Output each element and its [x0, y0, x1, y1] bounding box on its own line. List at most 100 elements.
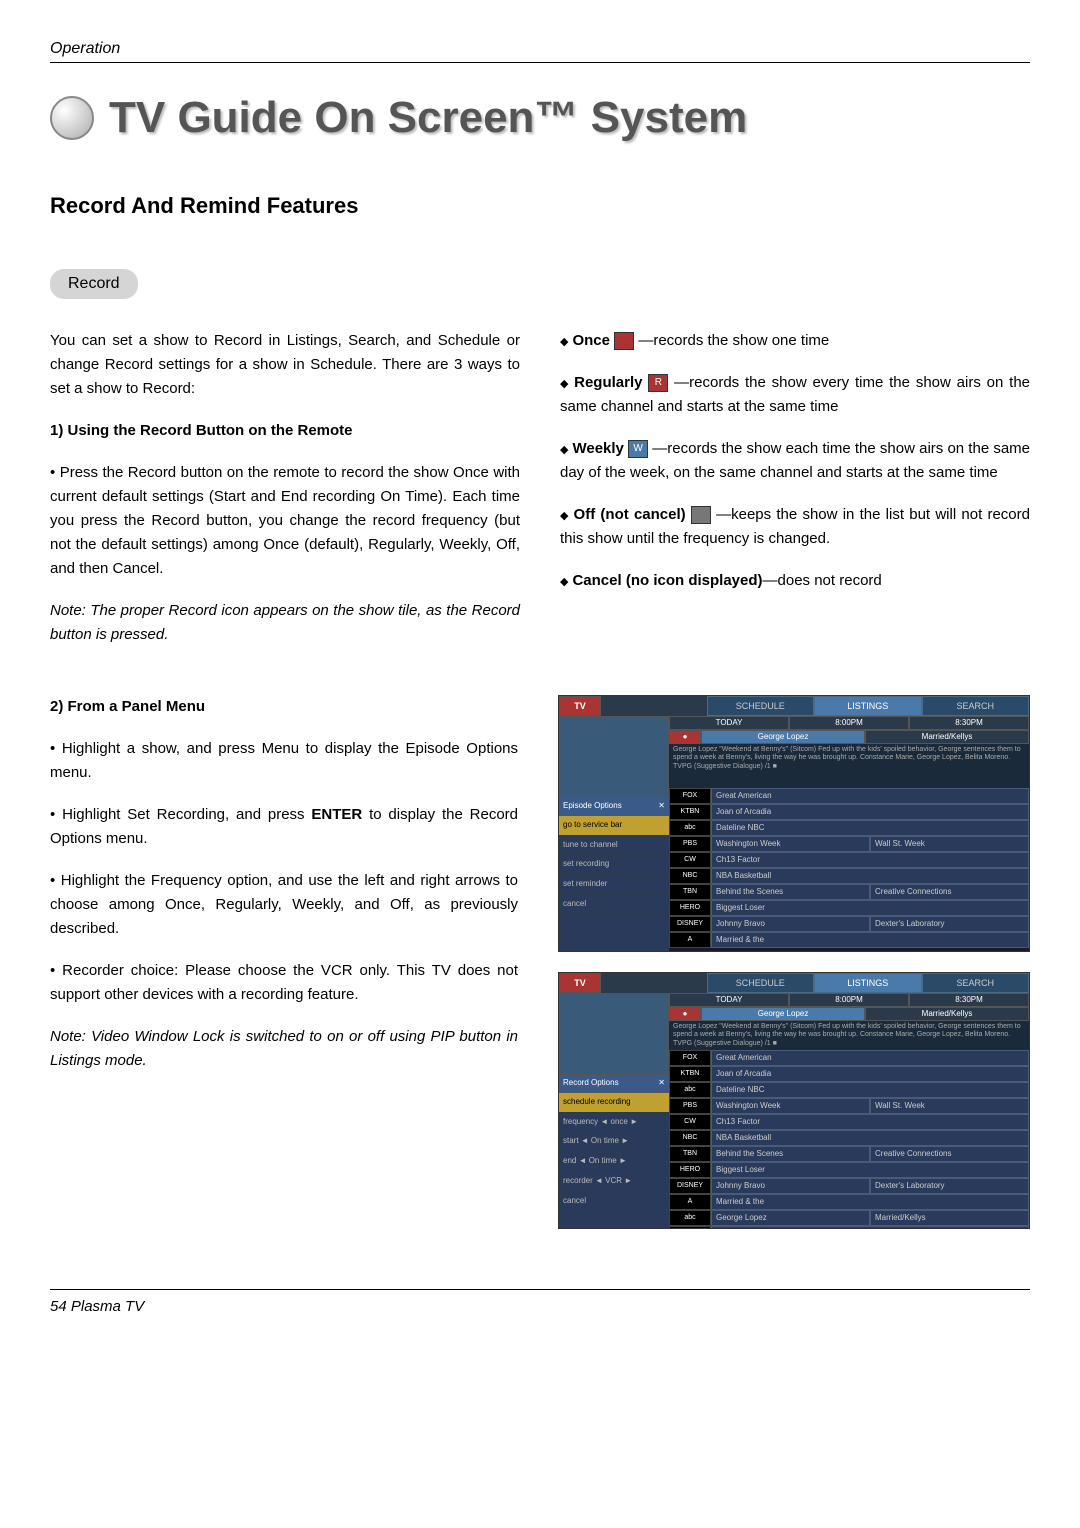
listing-row: abcGeorge LopezMarried/Kellys — [669, 1210, 1029, 1226]
section1-body: • Press the Record button on the remote … — [50, 461, 520, 581]
menu-title: Episode Options✕ — [559, 798, 669, 816]
program-cell: Great American — [711, 1050, 1029, 1066]
listing-row: AMarried & the — [669, 1194, 1029, 1210]
program-cell: Dexter's Laboratory — [870, 916, 1029, 932]
bullet-icon — [50, 96, 94, 140]
menu-item: start ◄ On time ► — [559, 1132, 669, 1152]
program-cell: Married & the — [711, 932, 1029, 948]
channel-logo: KTBN — [669, 1066, 711, 1082]
channel-logo: PBS — [669, 836, 711, 852]
page-title: TV Guide On Screen™ System — [109, 93, 747, 143]
weekly-line: Weekly W —records the show each time the… — [560, 437, 1030, 485]
channel-logo: CW — [669, 852, 711, 868]
program-cell: Johnny Bravo — [711, 916, 870, 932]
channel-logo: FOX — [669, 788, 711, 804]
record-options-screenshot: TV SCHEDULE LISTINGS SEARCH Record Optio… — [558, 972, 1030, 1229]
program-cell: Washington Week — [711, 1098, 870, 1114]
show-description: George Lopez "Weekend at Benny's" (Sitco… — [669, 1021, 1029, 1050]
menu-title: Record Options✕ — [559, 1075, 669, 1093]
tab-listings: LISTINGS — [814, 973, 922, 993]
listing-row: DISNEYJohnny BravoDexter's Laboratory — [669, 916, 1029, 932]
off-line: Off (not cancel) —keeps the show in the … — [560, 503, 1030, 551]
program-cell: Washington Week — [711, 836, 870, 852]
listing-row: FOXGreat American — [669, 1226, 1029, 1229]
tv-logo: TV — [559, 696, 601, 716]
channel-logo: abc — [669, 1082, 711, 1098]
listing-row: TBNBehind the ScenesCreative Connections — [669, 884, 1029, 900]
program-cell: Great American — [711, 1226, 1029, 1229]
channel-logo: abc — [669, 1210, 711, 1226]
menu-item: frequency ◄ once ► — [559, 1113, 669, 1133]
program-cell: Ch13 Factor — [711, 852, 1029, 868]
tab-schedule: SCHEDULE — [707, 973, 815, 993]
program-cell: Married & the — [711, 1194, 1029, 1210]
menu-item: tune to channel — [559, 836, 669, 856]
program-cell: Behind the Scenes — [711, 884, 870, 900]
today-label: TODAY — [669, 993, 789, 1007]
listing-row: NBCNBA Basketball — [669, 868, 1029, 884]
time-1: 8:00PM — [789, 993, 909, 1007]
section2-bullet3: • Highlight the Frequency option, and us… — [50, 869, 518, 941]
off-icon — [691, 506, 711, 524]
section2-bullet4: • Recorder choice: Please choose the VCR… — [50, 959, 518, 1007]
tab-search: SEARCH — [922, 973, 1030, 993]
weekly-icon: W — [628, 440, 648, 458]
section2-title: 2) From a Panel Menu — [50, 695, 518, 719]
program-cell: NBA Basketball — [711, 868, 1029, 884]
program-cell: Wall St. Week — [870, 1098, 1029, 1114]
program-cell: Wall St. Week — [870, 836, 1029, 852]
channel-logo: HERO — [669, 1162, 711, 1178]
program-cell: Dateline NBC — [711, 820, 1029, 836]
channel-logo: KTBN — [669, 804, 711, 820]
show-george-lopez: George Lopez — [701, 1007, 865, 1021]
time-2: 8:30PM — [909, 993, 1029, 1007]
channel-logo: FOX — [669, 1050, 711, 1066]
program-cell: NBA Basketball — [711, 1130, 1029, 1146]
program-cell: Ch13 Factor — [711, 1114, 1029, 1130]
listing-row: HEROBiggest Loser — [669, 900, 1029, 916]
program-cell: Dateline NBC — [711, 1082, 1029, 1098]
program-cell: Behind the Scenes — [711, 1146, 870, 1162]
menu-item: go to service bar — [559, 816, 669, 836]
regularly-line: Regularly R —records the show every time… — [560, 371, 1030, 419]
program-cell: George Lopez — [711, 1210, 870, 1226]
program-cell: Johnny Bravo — [711, 1178, 870, 1194]
channel-logo: abc — [669, 820, 711, 836]
channel-logo: TBN — [669, 884, 711, 900]
show-george-lopez: George Lopez — [701, 730, 865, 744]
show-description: George Lopez "Weekend at Benny's" (Sitco… — [669, 744, 1029, 788]
listing-row: TBNBehind the ScenesCreative Connections — [669, 1146, 1029, 1162]
once-line: Once —records the show one time — [560, 329, 1030, 353]
video-preview — [559, 993, 669, 1075]
section1-title: 1) Using the Record Button on the Remote — [50, 419, 520, 443]
listing-row: PBSWashington WeekWall St. Week — [669, 836, 1029, 852]
tv-logo: TV — [559, 973, 601, 993]
listing-row: AMarried & the — [669, 932, 1029, 948]
section1-note: Note: The proper Record icon appears on … — [50, 599, 520, 647]
listing-row: FOXGreat American — [669, 1050, 1029, 1066]
video-preview — [559, 716, 669, 798]
channel-logo: HERO — [669, 900, 711, 916]
program-cell: Great American — [711, 788, 1029, 804]
menu-item: set recording — [559, 855, 669, 875]
channel-logo: CW — [669, 1114, 711, 1130]
menu-item: set reminder — [559, 875, 669, 895]
record-pill: Record — [50, 269, 138, 299]
channel-logo: FOX — [669, 1226, 711, 1229]
menu-item: cancel — [559, 895, 669, 915]
listing-row: CWCh13 Factor — [669, 852, 1029, 868]
section2-bullet1: • Highlight a show, and press Menu to di… — [50, 737, 518, 785]
tab-schedule: SCHEDULE — [707, 696, 815, 716]
program-cell: Joan of Arcadia — [711, 1066, 1029, 1082]
listing-row: FOXGreat American — [669, 788, 1029, 804]
channel-logo: NBC — [669, 1130, 711, 1146]
program-cell: Biggest Loser — [711, 900, 1029, 916]
listing-row: NBCNBA Basketball — [669, 1130, 1029, 1146]
tab-listings: LISTINGS — [814, 696, 922, 716]
page-footer: 54 Plasma TV — [50, 1289, 1030, 1315]
regularly-icon: R — [648, 374, 668, 392]
show-married-kellys: Married/Kellys — [865, 1007, 1029, 1021]
episode-options-screenshot: TV SCHEDULE LISTINGS SEARCH Episode Opti… — [558, 695, 1030, 952]
section2-bullet2: • Highlight Set Recording, and press ENT… — [50, 803, 518, 851]
channel-logo: DISNEY — [669, 1178, 711, 1194]
